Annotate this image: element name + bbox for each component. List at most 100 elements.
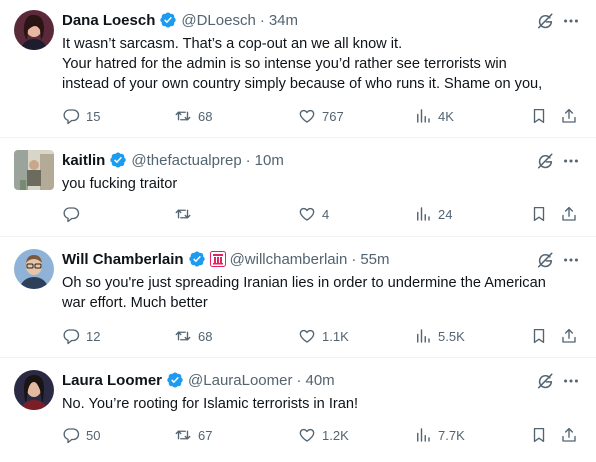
timestamp[interactable]: 40m	[305, 372, 334, 389]
more-options-icon[interactable]	[562, 152, 580, 170]
bookmark-icon	[533, 328, 545, 344]
heart-icon	[299, 329, 315, 343]
heart-icon	[299, 109, 315, 123]
avatar[interactable]	[14, 249, 54, 289]
like-count: 1.1K	[322, 328, 349, 344]
share-icon	[562, 108, 576, 123]
reply-count: 15	[86, 108, 101, 124]
timestamp[interactable]: 10m	[255, 152, 284, 169]
user-handle[interactable]: @LauraLoomer	[188, 372, 292, 389]
tweet-actions: 4 24	[62, 203, 582, 225]
repost-button[interactable]: 68	[174, 325, 212, 347]
like-button[interactable]: 1.2K	[298, 424, 349, 446]
reply-count: 12	[86, 328, 101, 344]
repost-count: 68	[198, 328, 213, 344]
like-count: 4	[322, 206, 330, 222]
repost-count: 68	[198, 108, 213, 124]
bookmark-icon	[533, 108, 545, 124]
repost-button[interactable]	[174, 203, 198, 225]
tweet-actions: 12 68 1.1K 5.5K	[62, 325, 582, 347]
repost-button[interactable]: 67	[174, 424, 212, 446]
user-handle[interactable]: @willchamberlain	[230, 251, 348, 268]
views-button[interactable]: 7.7K	[414, 424, 465, 446]
tweet-text: No. You’re rooting for Islamic terrorist…	[62, 394, 582, 414]
more-options-icon[interactable]	[562, 251, 580, 269]
bookmark-button[interactable]	[530, 203, 548, 225]
share-button[interactable]	[560, 424, 578, 446]
share-icon	[562, 206, 576, 221]
share-button[interactable]	[560, 203, 578, 225]
share-button[interactable]	[560, 325, 578, 347]
separator-dot: ·	[351, 250, 357, 268]
views-icon	[417, 207, 430, 221]
like-count: 1.2K	[322, 427, 349, 443]
bookmark-button[interactable]	[530, 424, 548, 446]
reply-button[interactable]: 12	[62, 325, 100, 347]
display-name[interactable]: Laura Loomer	[62, 372, 162, 389]
views-button[interactable]: 24	[414, 203, 452, 225]
tweet-text: It wasn’t sarcasm. That’s a cop-out an w…	[62, 34, 582, 94]
repost-icon	[175, 111, 191, 121]
tweet-text-line: Oh so you're just spreading Iranian lies…	[62, 275, 546, 291]
user-handle[interactable]: @thefactualprep	[131, 152, 241, 169]
repost-button[interactable]: 68	[174, 105, 212, 127]
more-options-icon[interactable]	[562, 12, 580, 30]
tweet-actions: 50 67 1.2K 7.7K	[62, 424, 582, 446]
views-button[interactable]: 5.5K	[414, 325, 465, 347]
timestamp[interactable]: 55m	[360, 251, 389, 268]
tweet-text-line: It wasn’t sarcasm. That’s a cop-out an w…	[62, 36, 403, 52]
share-button[interactable]	[560, 105, 578, 127]
timestamp[interactable]: 34m	[269, 12, 298, 29]
reply-icon	[63, 329, 80, 345]
repost-icon	[175, 331, 191, 341]
bookmark-icon	[533, 427, 545, 443]
divider	[0, 236, 596, 237]
reply-button[interactable]	[62, 203, 86, 225]
affiliation-badge-icon[interactable]	[209, 251, 226, 267]
view-count: 4K	[438, 108, 454, 124]
repost-icon	[175, 209, 191, 219]
bookmark-icon	[533, 206, 545, 222]
bookmark-button[interactable]	[530, 105, 548, 127]
views-button[interactable]: 4K	[414, 105, 454, 127]
grok-icon[interactable]	[536, 372, 554, 390]
verified-badge-icon	[188, 250, 206, 268]
verified-badge-icon	[109, 151, 127, 169]
like-button[interactable]: 4	[298, 203, 329, 225]
tweet-text-line: No. You’re rooting for Islamic terrorist…	[62, 396, 359, 412]
avatar[interactable]	[14, 370, 54, 410]
repost-count: 67	[198, 427, 213, 443]
tweet-text-line: instead of your own country simply becau…	[62, 76, 543, 92]
heart-icon	[299, 428, 315, 442]
view-count: 24	[438, 206, 453, 222]
like-button[interactable]: 767	[298, 105, 344, 127]
divider	[0, 357, 596, 358]
separator-dot: ·	[259, 11, 265, 29]
separator-dot: ·	[245, 151, 251, 169]
tweet-text-line: you fucking traitor	[62, 176, 178, 192]
reply-count: 50	[86, 427, 101, 443]
view-count: 5.5K	[438, 328, 465, 344]
verified-badge-icon	[166, 371, 184, 389]
tweet-text: you fucking traitor	[62, 174, 582, 194]
like-count: 767	[322, 108, 344, 124]
share-icon	[562, 328, 576, 343]
views-icon	[417, 109, 430, 123]
grok-icon[interactable]	[536, 12, 554, 30]
more-options-icon[interactable]	[562, 372, 580, 390]
separator-dot: ·	[296, 371, 302, 389]
avatar[interactable]	[14, 10, 54, 50]
bookmark-button[interactable]	[530, 325, 548, 347]
user-handle[interactable]: @DLoesch	[181, 12, 255, 29]
grok-icon[interactable]	[536, 152, 554, 170]
reply-button[interactable]: 15	[62, 105, 100, 127]
display-name[interactable]: kaitlin	[62, 152, 105, 169]
display-name[interactable]: Will Chamberlain	[62, 251, 184, 268]
heart-icon	[299, 207, 315, 221]
like-button[interactable]: 1.1K	[298, 325, 349, 347]
verified-badge-icon	[159, 11, 177, 29]
display-name[interactable]: Dana Loesch	[62, 12, 155, 29]
grok-icon[interactable]	[536, 251, 554, 269]
reply-button[interactable]: 50	[62, 424, 100, 446]
avatar[interactable]	[14, 150, 54, 190]
